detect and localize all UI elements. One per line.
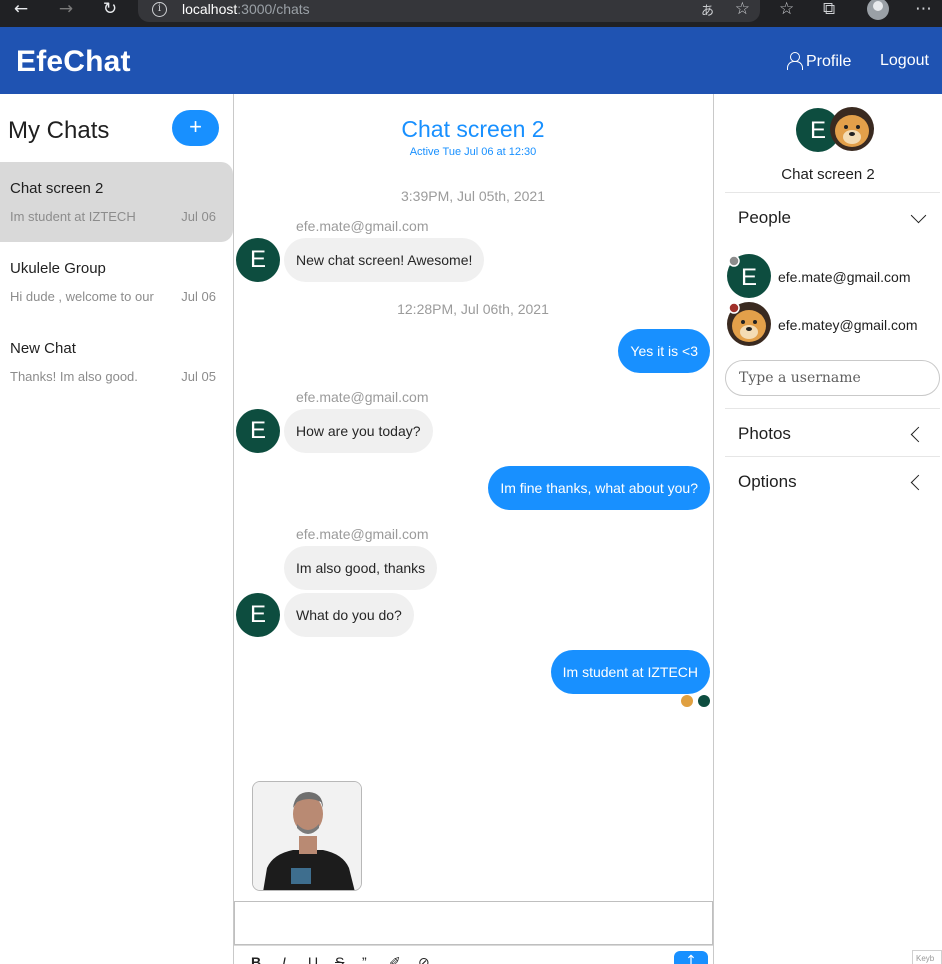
quote-button[interactable]: ” — [362, 954, 367, 964]
people-section-header[interactable]: People — [738, 208, 791, 228]
favorites-icon[interactable]: ☆ — [779, 0, 794, 19]
profile-icon[interactable] — [867, 0, 889, 20]
underline-button[interactable]: U — [308, 954, 318, 964]
message-bubble[interactable]: How are you today? — [284, 409, 433, 453]
member-avatar — [727, 302, 771, 346]
chat-details-panel: E Chat screen 2 People E efe.mate@gmail.… — [714, 94, 942, 964]
chevron-left-icon[interactable] — [910, 474, 927, 491]
chat-list-title: My Chats — [8, 117, 110, 144]
read-receipt-avatar — [698, 695, 710, 707]
chat-list-item[interactable]: Ukulele Group Hi dude , welcome to our J… — [0, 242, 233, 322]
profile-link[interactable]: Profile — [787, 52, 851, 71]
reload-icon[interactable]: ↻ — [98, 0, 122, 22]
message-bubble[interactable]: Im fine thanks, what about you? — [488, 466, 710, 510]
member-email: efe.matey@gmail.com — [778, 317, 918, 333]
emoji-icon[interactable]: ⊘ — [418, 954, 430, 964]
logout-link[interactable]: Logout — [880, 52, 929, 70]
url-text: localhost:3000/chats — [182, 1, 310, 17]
send-button[interactable]: ↑ — [674, 951, 708, 964]
chat-last-message: Hi dude , welcome to our — [10, 289, 154, 304]
chat-date: Jul 06 — [181, 209, 216, 224]
chevron-down-icon[interactable] — [910, 207, 927, 224]
avatar[interactable]: E — [236, 238, 280, 282]
message-bubble[interactable]: Im also good, thanks — [284, 546, 438, 590]
bold-button[interactable]: B — [251, 954, 261, 964]
avatar[interactable]: E — [236, 409, 280, 453]
sender-name: efe.mate@gmail.com — [296, 526, 429, 542]
app-header: EfeChat Profile Logout — [0, 27, 942, 94]
profile-label: Profile — [806, 53, 852, 70]
chat-avatars: E — [796, 107, 874, 152]
sender-name: efe.mate@gmail.com — [296, 218, 429, 234]
member-avatar: E — [727, 254, 771, 298]
read-receipt-avatar — [681, 695, 693, 707]
divider — [725, 408, 940, 409]
address-bar[interactable]: i localhost:3000/chats あ ☆ — [138, 0, 760, 22]
details-title: Chat screen 2 — [781, 166, 875, 183]
svg-text:E: E — [741, 264, 757, 291]
italic-button[interactable]: I — [282, 954, 286, 964]
chat-last-message: Im student at IZTECH — [10, 209, 136, 224]
chat-date: Jul 06 — [181, 289, 216, 304]
chat-list-item[interactable]: New Chat Thanks! Im also good. Jul 05 — [0, 322, 233, 402]
chat-list-item[interactable]: Chat screen 2 Im student at IZTECH Jul 0… — [0, 162, 233, 242]
info-icon[interactable]: i — [152, 2, 167, 17]
chat-last-message: Thanks! Im also good. — [10, 369, 138, 384]
options-section-header[interactable]: Options — [738, 472, 797, 492]
chat-list-panel: My Chats + Chat screen 2 Im student at I… — [0, 94, 234, 964]
divider — [725, 456, 940, 457]
new-chat-button[interactable]: + — [172, 110, 219, 146]
favorite-add-icon[interactable]: ☆ — [735, 0, 750, 19]
photos-section-header[interactable]: Photos — [738, 424, 791, 444]
message-bubble[interactable]: What do you do? — [284, 593, 414, 637]
chat-title: Chat screen 2 — [401, 116, 545, 142]
back-icon[interactable]: ← — [9, 0, 33, 22]
user-video-thumbnail[interactable] — [252, 781, 362, 891]
more-icon[interactable]: ⋯ — [915, 0, 932, 19]
avatar-letter: E — [810, 117, 826, 144]
message-input[interactable] — [234, 901, 713, 945]
translate-icon[interactable]: あ — [701, 0, 714, 19]
avatar[interactable]: E — [236, 593, 280, 637]
chevron-left-icon[interactable] — [910, 426, 927, 443]
brand-logo[interactable]: EfeChat — [16, 45, 131, 79]
collections-icon[interactable]: ⧉ — [823, 0, 835, 19]
keyboard-hint: Keyb — [912, 950, 942, 964]
person-icon — [787, 52, 803, 70]
chat-name: New Chat — [10, 340, 76, 357]
chat-date: Jul 05 — [181, 369, 216, 384]
message-bubble[interactable]: Im student at IZTECH — [550, 650, 710, 694]
chat-name: Chat screen 2 — [10, 180, 104, 197]
message-bubble[interactable]: Yes it is <3 — [618, 329, 710, 373]
browser-toolbar: ← → ↻ i localhost:3000/chats あ ☆ ☆ ⧉ ⋯ — [0, 0, 942, 27]
chat-name: Ukulele Group — [10, 260, 106, 277]
strikethrough-button[interactable]: S — [335, 954, 344, 964]
timestamp: 12:28PM, Jul 06th, 2021 — [397, 301, 549, 317]
member-email: efe.mate@gmail.com — [778, 269, 911, 285]
divider — [725, 192, 940, 193]
attach-icon[interactable]: ✐ — [389, 954, 401, 964]
sender-name: efe.mate@gmail.com — [296, 389, 429, 405]
formatting-toolbar: B I U S ” ✐ ⊘ ↑ — [234, 945, 713, 964]
timestamp: 3:39PM, Jul 05th, 2021 — [401, 188, 545, 204]
message-bubble[interactable]: New chat screen! Awesome! — [284, 238, 485, 282]
forward-icon[interactable]: → — [54, 0, 78, 22]
person-photo — [253, 782, 361, 890]
conversation-panel: Chat screen 2 Active Tue Jul 06 at 12:30… — [234, 94, 714, 964]
chat-status: Active Tue Jul 06 at 12:30 — [409, 146, 537, 158]
username-input[interactable] — [725, 360, 940, 396]
